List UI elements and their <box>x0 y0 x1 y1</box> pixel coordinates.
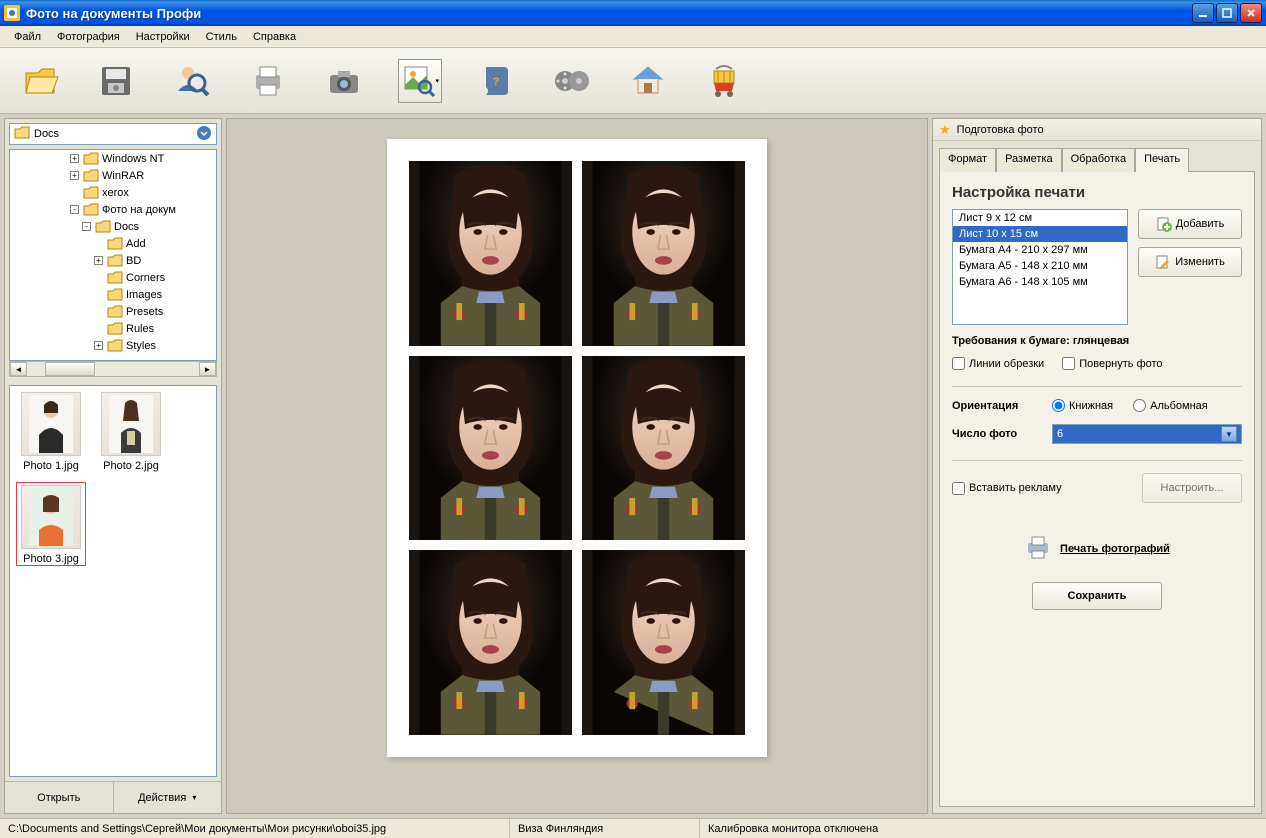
paper-list[interactable]: Лист 9 x 12 смЛист 10 x 15 смБумага А4 -… <box>952 209 1128 325</box>
menubar: Файл Фотография Настройки Стиль Справка <box>0 26 1266 48</box>
orientation-landscape-radio[interactable]: Альбомная <box>1133 399 1208 412</box>
menu-settings[interactable]: Настройки <box>128 29 198 45</box>
tab-format[interactable]: Формат <box>939 148 996 172</box>
print-paper <box>387 139 767 757</box>
print-photos-link[interactable]: Печать фотографий <box>952 533 1242 564</box>
photo-count-combo[interactable]: 6 ▼ <box>1052 424 1242 444</box>
open-button[interactable]: Открыть <box>5 782 114 813</box>
insert-ad-checkbox[interactable]: Вставить рекламу <box>952 482 1062 495</box>
actions-button[interactable]: Действия ▾ <box>114 782 222 813</box>
orientation-portrait-radio[interactable]: Книжная <box>1052 399 1113 412</box>
photo-cell <box>409 356 572 541</box>
tree-node[interactable]: Add <box>10 235 216 252</box>
save-icon[interactable] <box>94 59 138 103</box>
video-icon[interactable] <box>550 59 594 103</box>
status-path: C:\Documents and Settings\Сергей\Мои док… <box>0 819 510 838</box>
tree-node[interactable]: +Styles <box>10 337 216 354</box>
folder-combo-text: Docs <box>34 128 59 140</box>
sidebar: Docs +Windows NT+WinRARxerox-Фото на док… <box>4 118 222 814</box>
cart-icon[interactable] <box>702 59 746 103</box>
paper-list-item[interactable]: Бумага А6 - 148 x 105 мм <box>953 274 1127 290</box>
paper-list-item[interactable]: Бумага А4 - 210 x 297 мм <box>953 242 1127 258</box>
tree-node[interactable]: Images <box>10 286 216 303</box>
tree-node[interactable]: Corners <box>10 269 216 286</box>
configure-button: Настроить... <box>1142 473 1242 503</box>
status-visa: Виза Финляндия <box>510 819 700 838</box>
folder-icon <box>14 126 30 142</box>
crop-lines-checkbox[interactable]: Линии обрезки <box>952 357 1044 370</box>
horizontal-scrollbar[interactable]: ◄ ► <box>9 361 217 377</box>
edit-button[interactable]: Изменить <box>1138 247 1242 277</box>
thumbnail-item[interactable]: Photo 3.jpg <box>16 482 86 566</box>
star-icon: ★ <box>939 122 951 138</box>
menu-photo[interactable]: Фотография <box>49 29 128 45</box>
paper-requirements: Требования к бумаге: глянцевая <box>952 335 1242 347</box>
folder-combo[interactable]: Docs <box>9 123 217 145</box>
photo-cell <box>409 161 572 346</box>
paper-list-item[interactable]: Бумага А5 - 148 x 210 мм <box>953 258 1127 274</box>
add-button[interactable]: Добавить <box>1138 209 1242 239</box>
picture-zoom-icon[interactable]: ▾ <box>398 59 442 103</box>
tree-node[interactable]: +Windows NT <box>10 150 216 167</box>
tree-node[interactable]: xerox <box>10 184 216 201</box>
minimize-button[interactable] <box>1192 3 1214 23</box>
statusbar: C:\Documents and Settings\Сергей\Мои док… <box>0 818 1266 838</box>
rotate-photo-checkbox[interactable]: Повернуть фото <box>1062 357 1162 370</box>
menu-file[interactable]: Файл <box>6 29 49 45</box>
right-panel: ★ Подготовка фото Формат Разметка Обрабо… <box>932 118 1262 814</box>
menu-style[interactable]: Стиль <box>198 29 245 45</box>
thumbnail-item[interactable]: Photo 2.jpg <box>96 392 166 472</box>
paper-list-item[interactable]: Лист 9 x 12 см <box>953 210 1127 226</box>
toolbar: ▾ ? <box>0 48 1266 114</box>
scroll-left-button[interactable]: ◄ <box>10 362 27 376</box>
help-icon[interactable]: ? <box>474 59 518 103</box>
thumbnail-panel: Photo 1.jpgPhoto 2.jpgPhoto 3.jpg <box>9 385 217 777</box>
close-button[interactable] <box>1240 3 1262 23</box>
tree-node[interactable]: Rules <box>10 320 216 337</box>
status-calibration: Калибровка монитора отключена <box>700 819 1266 838</box>
window-title: Фото на документы Профи <box>26 6 1192 21</box>
printer-icon <box>1024 533 1052 564</box>
photo-cell <box>582 550 745 735</box>
camera-icon[interactable] <box>322 59 366 103</box>
open-icon[interactable] <box>18 59 62 103</box>
photo-count-label: Число фото <box>952 428 1042 440</box>
thumbnail-item[interactable]: Photo 1.jpg <box>16 392 86 472</box>
tab-processing[interactable]: Обработка <box>1062 148 1135 172</box>
tree-node[interactable]: +WinRAR <box>10 167 216 184</box>
print-icon[interactable] <box>246 59 290 103</box>
tree-node[interactable]: Presets <box>10 303 216 320</box>
photo-cell <box>582 356 745 541</box>
pencil-icon <box>1155 254 1171 270</box>
plus-icon <box>1156 216 1172 232</box>
print-settings-title: Настройка печати <box>952 184 1242 201</box>
orientation-label: Ориентация <box>952 400 1042 412</box>
scroll-right-button[interactable]: ► <box>199 362 216 376</box>
maximize-button[interactable] <box>1216 3 1238 23</box>
titlebar: Фото на документы Профи <box>0 0 1266 26</box>
home-icon[interactable] <box>626 59 670 103</box>
chevron-down-icon <box>196 125 212 144</box>
folder-tree[interactable]: +Windows NT+WinRARxerox-Фото на докум-Do… <box>9 149 217 361</box>
photo-cell <box>409 550 572 735</box>
tab-layout[interactable]: Разметка <box>996 148 1062 172</box>
preview-panel <box>226 118 928 814</box>
right-panel-header: ★ Подготовка фото <box>933 119 1261 141</box>
svg-text:?: ? <box>493 76 500 88</box>
save-button[interactable]: Сохранить <box>1032 582 1162 610</box>
right-panel-title: Подготовка фото <box>957 124 1044 136</box>
sidebar-actions: Открыть Действия ▾ <box>5 781 221 813</box>
tab-content: Настройка печати Лист 9 x 12 смЛист 10 x… <box>939 171 1255 807</box>
tree-node[interactable]: +BD <box>10 252 216 269</box>
menu-help[interactable]: Справка <box>245 29 304 45</box>
tree-node[interactable]: -Фото на докум <box>10 201 216 218</box>
tab-print[interactable]: Печать <box>1135 148 1189 172</box>
search-person-icon[interactable] <box>170 59 214 103</box>
app-icon <box>4 5 20 21</box>
chevron-down-icon: ▼ <box>1221 426 1237 442</box>
tabs: Формат Разметка Обработка Печать <box>939 147 1255 171</box>
photo-cell <box>582 161 745 346</box>
paper-list-item[interactable]: Лист 10 x 15 см <box>953 226 1127 242</box>
tree-node[interactable]: -Docs <box>10 218 216 235</box>
